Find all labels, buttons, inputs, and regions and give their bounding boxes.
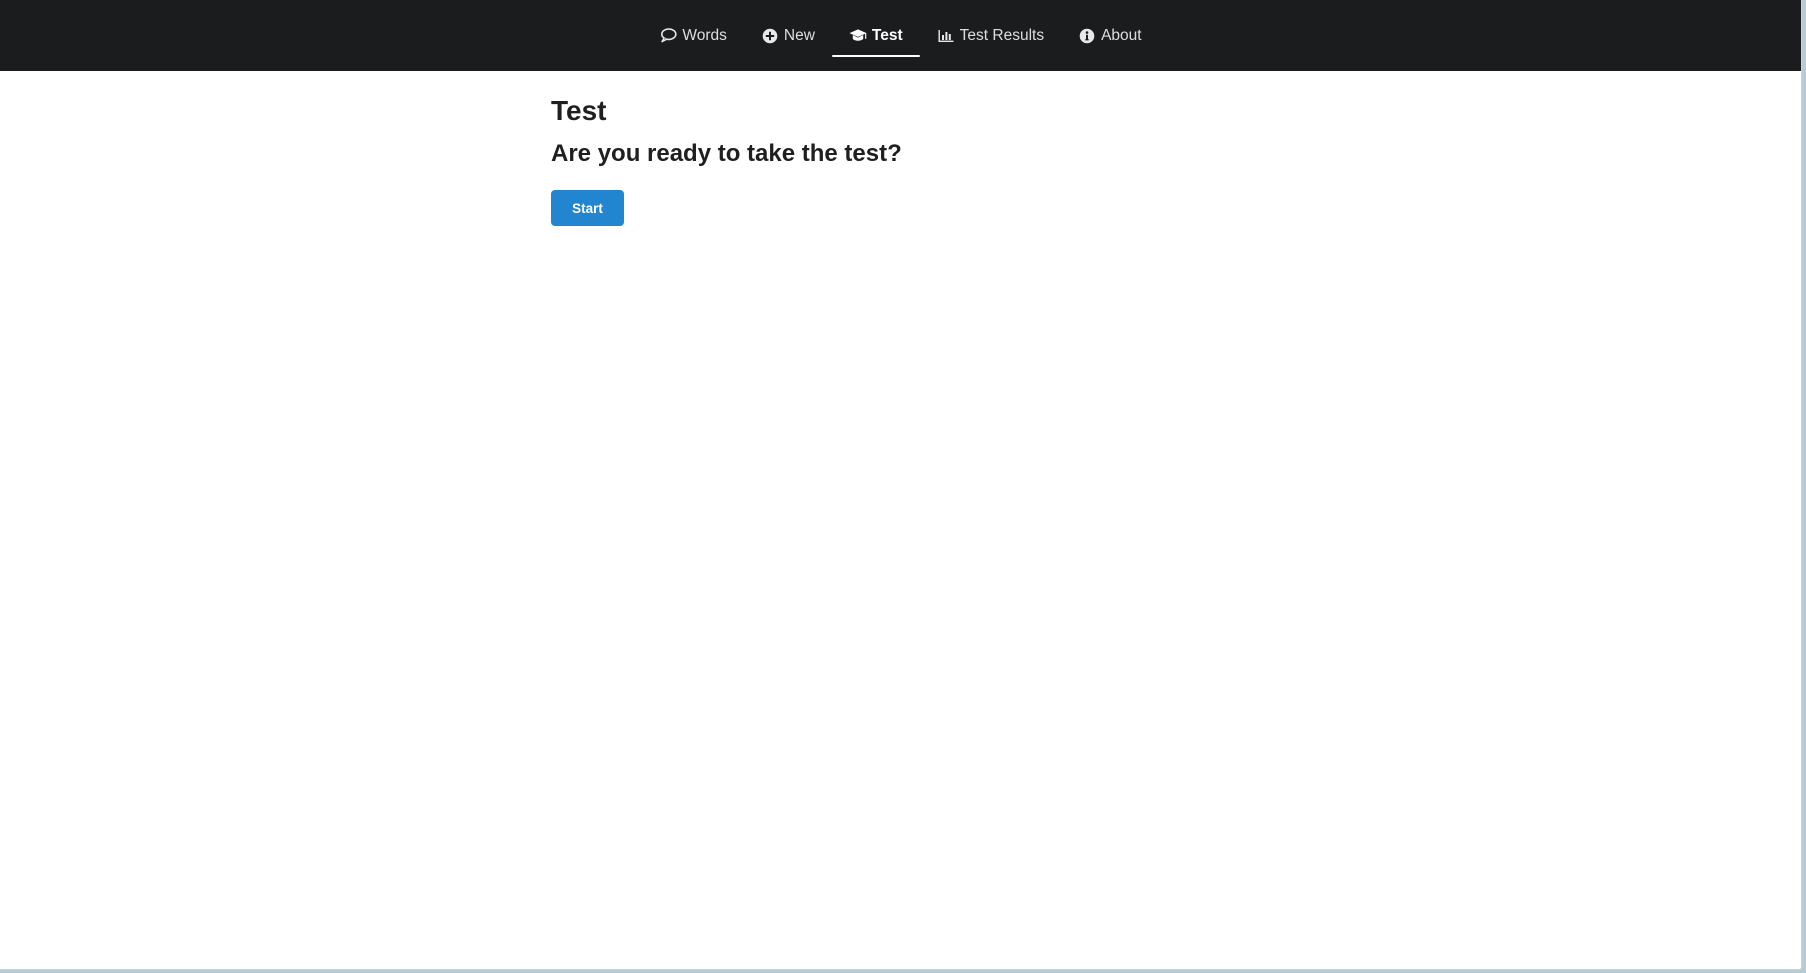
comment-outline-icon [659, 28, 677, 44]
nav-item-new[interactable]: New [744, 0, 832, 71]
nav-item-label: About [1101, 26, 1142, 44]
nav-item-label: Test Results [959, 26, 1045, 44]
test-prompt-heading: Are you ready to take the test? [551, 140, 902, 167]
plus-circle-icon [761, 28, 779, 44]
graduation-cap-icon [849, 28, 867, 44]
nav-menu: Words New Test Test Results About [0, 0, 1801, 71]
top-navbar: Words New Test Test Results About [0, 0, 1801, 71]
info-circle-icon [1078, 28, 1096, 44]
nav-item-words[interactable]: Words [642, 0, 744, 71]
nav-item-label: New [783, 26, 815, 44]
nav-item-test[interactable]: Test [831, 0, 920, 71]
nav-item-test-results[interactable]: Test Results [920, 0, 1061, 71]
nav-item-label: Test [871, 26, 903, 44]
app-window: Words New Test Test Results About Test A… [0, 0, 1802, 970]
bar-chart-icon [937, 28, 955, 44]
nav-item-label: Words [682, 26, 727, 44]
nav-item-about[interactable]: About [1061, 0, 1159, 71]
main-content: Test Are you ready to take the test? Sta… [551, 90, 1251, 226]
start-button[interactable]: Start [551, 190, 624, 226]
page-title: Test [551, 95, 607, 126]
